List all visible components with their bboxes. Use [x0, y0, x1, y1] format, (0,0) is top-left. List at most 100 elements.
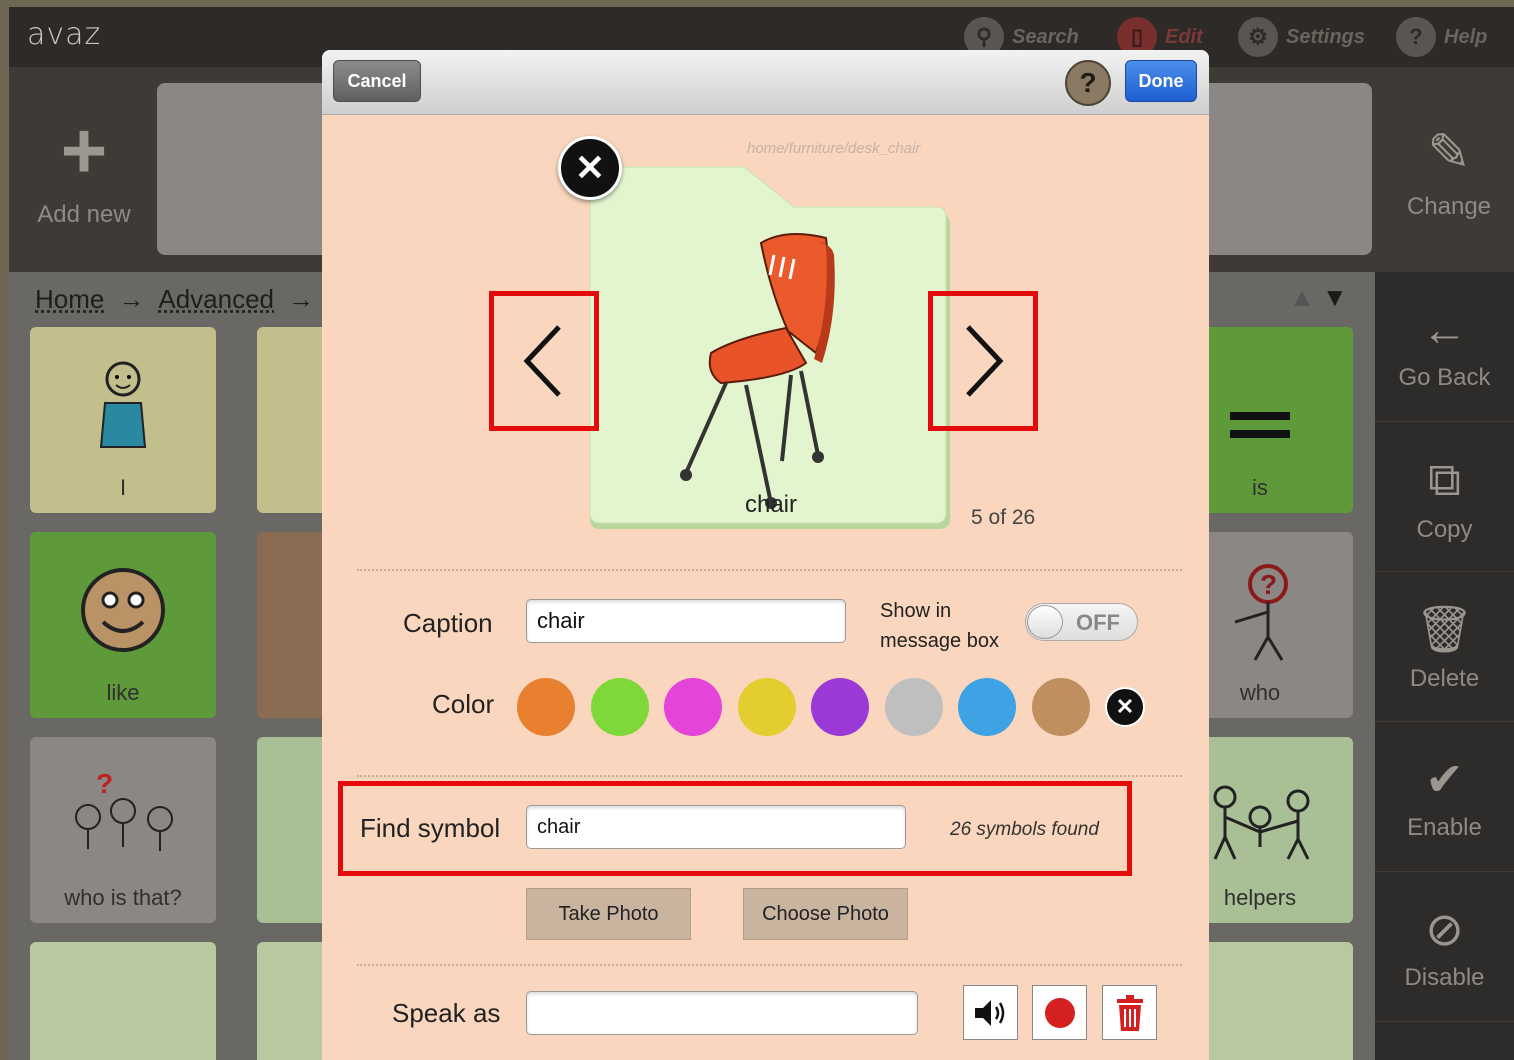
person-icon	[30, 357, 216, 472]
nav-settings-label: Settings	[1286, 25, 1365, 48]
add-new-button[interactable]: + Add new	[9, 67, 159, 272]
tile-like[interactable]: like	[30, 532, 216, 718]
nav-help[interactable]: ? Help	[1396, 17, 1487, 57]
speaker-icon	[974, 999, 1004, 1026]
tile-who-is-that[interactable]: ? who is that?	[30, 737, 216, 923]
chevron-left-icon	[523, 325, 561, 397]
find-symbol-input[interactable]: chair	[526, 805, 906, 849]
show-in-message-box-toggle[interactable]: OFF	[1025, 603, 1138, 641]
right-sidebar: ← Go Back ⧉ Copy 🗑 Delete ✔ Enable ⊘ Dis…	[1375, 272, 1514, 1060]
change-label: Change	[1406, 193, 1492, 220]
enable-label: Enable	[1407, 814, 1482, 841]
svg-text:?: ?	[1260, 569, 1277, 600]
checkmark-icon: ✔	[1425, 753, 1464, 805]
toggle-knob	[1027, 605, 1063, 639]
dialog-toolbar: Cancel ? Done	[322, 50, 1209, 115]
tile-caption: I	[119, 475, 127, 500]
add-new-label: Add new	[37, 201, 131, 228]
go-back-button[interactable]: ← Go Back	[1375, 272, 1514, 422]
delete-label: Delete	[1409, 665, 1480, 692]
tile-caption: who is that?	[64, 885, 182, 910]
tile-folder[interactable]	[30, 942, 216, 1060]
divider	[357, 569, 1182, 571]
remove-symbol-button[interactable]: ✕	[558, 136, 622, 200]
delete-audio-button[interactable]	[1102, 985, 1157, 1040]
caption-label: Caption	[403, 608, 493, 638]
clear-color-button[interactable]: ✕	[1105, 687, 1145, 727]
color-label: Color	[432, 689, 495, 719]
nav-search-label: Search	[1012, 25, 1079, 48]
disable-button[interactable]: ⊘ Disable	[1375, 872, 1514, 1022]
breadcrumb: Home → Advanced →	[35, 284, 314, 315]
breadcrumb-home[interactable]: Home	[35, 284, 104, 315]
plus-icon: +	[60, 106, 108, 195]
color-swatch[interactable]	[517, 678, 575, 736]
copy-icon: ⧉	[1428, 453, 1461, 505]
trash-icon: 🗑	[1415, 603, 1474, 655]
app-window: avaz ⚲ Search ▯ Edit ⚙ Settings ? Help +…	[9, 7, 1514, 1060]
scroll-up-icon[interactable]: ▲	[1289, 282, 1315, 312]
tile-i[interactable]: I	[30, 327, 216, 513]
speak-as-label: Speak as	[392, 998, 501, 1028]
close-icon: ✕	[1115, 694, 1135, 719]
next-symbol-button[interactable]	[928, 291, 1038, 431]
help-icon: ?	[1396, 17, 1436, 57]
cancel-button[interactable]: Cancel	[333, 60, 421, 102]
show-label-line2: message box	[880, 630, 999, 652]
caption-input[interactable]: chair	[526, 599, 846, 643]
color-swatch[interactable]	[958, 678, 1016, 736]
folder-card-shape	[589, 166, 950, 529]
chevron-right-icon	[966, 325, 1004, 397]
find-symbol-label: Find symbol	[360, 813, 501, 843]
edit-symbol-dialog: Cancel ? Done home/furniture/desk_chair …	[322, 50, 1209, 1060]
arrow-left-icon: ←	[1421, 303, 1468, 355]
divider	[357, 964, 1182, 966]
nav-edit-label: Edit	[1165, 25, 1203, 48]
trash-icon	[1116, 994, 1143, 1031]
toggle-state: OFF	[1076, 610, 1120, 635]
show-in-message-box-label: Show in message box	[880, 596, 999, 656]
delete-button[interactable]: 🗑 Delete	[1375, 572, 1514, 722]
color-swatch[interactable]	[884, 678, 943, 736]
prohibited-icon: ⊘	[1425, 903, 1464, 955]
svg-text:?: ?	[96, 768, 113, 799]
color-swatch[interactable]	[737, 678, 796, 736]
divider	[357, 775, 1182, 777]
nav-settings[interactable]: ⚙ Settings	[1238, 17, 1365, 57]
color-swatch[interactable]	[1031, 678, 1090, 736]
choose-photo-button[interactable]: Choose Photo	[743, 888, 908, 940]
symbol-preview-card: chair	[586, 163, 956, 535]
record-audio-button[interactable]	[1032, 985, 1087, 1040]
breadcrumb-arrow-icon: →	[288, 284, 315, 314]
copy-button[interactable]: ⧉ Copy	[1375, 422, 1514, 572]
close-icon: ✕	[574, 147, 606, 188]
color-swatch[interactable]	[590, 678, 649, 736]
color-swatch[interactable]	[664, 678, 722, 736]
app-logo: avaz	[27, 17, 102, 52]
gear-icon: ⚙	[1238, 17, 1278, 57]
breadcrumb-arrow-icon: →	[118, 284, 145, 314]
color-swatch[interactable]	[811, 678, 869, 736]
pencil-note-icon: ✎	[1427, 124, 1471, 182]
done-button[interactable]: Done	[1125, 60, 1197, 102]
scroll-arrows[interactable]: ▲ ▼	[1289, 282, 1348, 313]
smiley-icon	[30, 562, 216, 673]
record-icon	[1044, 997, 1075, 1028]
enable-button[interactable]: ✔ Enable	[1375, 722, 1514, 872]
people-question-icon: ?	[30, 767, 216, 882]
go-back-label: Go Back	[1398, 364, 1491, 391]
disable-label: Disable	[1404, 964, 1485, 991]
take-photo-button[interactable]: Take Photo	[526, 888, 691, 940]
change-button[interactable]: ✎ Change	[1384, 67, 1514, 272]
breadcrumb-advanced[interactable]: Advanced	[158, 284, 274, 315]
symbols-found-text: 26 symbols found	[950, 819, 1099, 840]
symbol-counter: 5 of 26	[971, 506, 1036, 529]
play-audio-button[interactable]	[963, 985, 1018, 1040]
previous-symbol-button[interactable]	[489, 291, 599, 431]
scroll-down-icon[interactable]: ▼	[1322, 282, 1348, 312]
speak-as-input[interactable]	[526, 991, 918, 1035]
nav-help-label: Help	[1444, 25, 1488, 48]
symbol-path: home/furniture/desk_chair	[747, 140, 921, 157]
tile-caption: like	[106, 680, 140, 705]
help-button[interactable]: ?	[1065, 60, 1111, 106]
